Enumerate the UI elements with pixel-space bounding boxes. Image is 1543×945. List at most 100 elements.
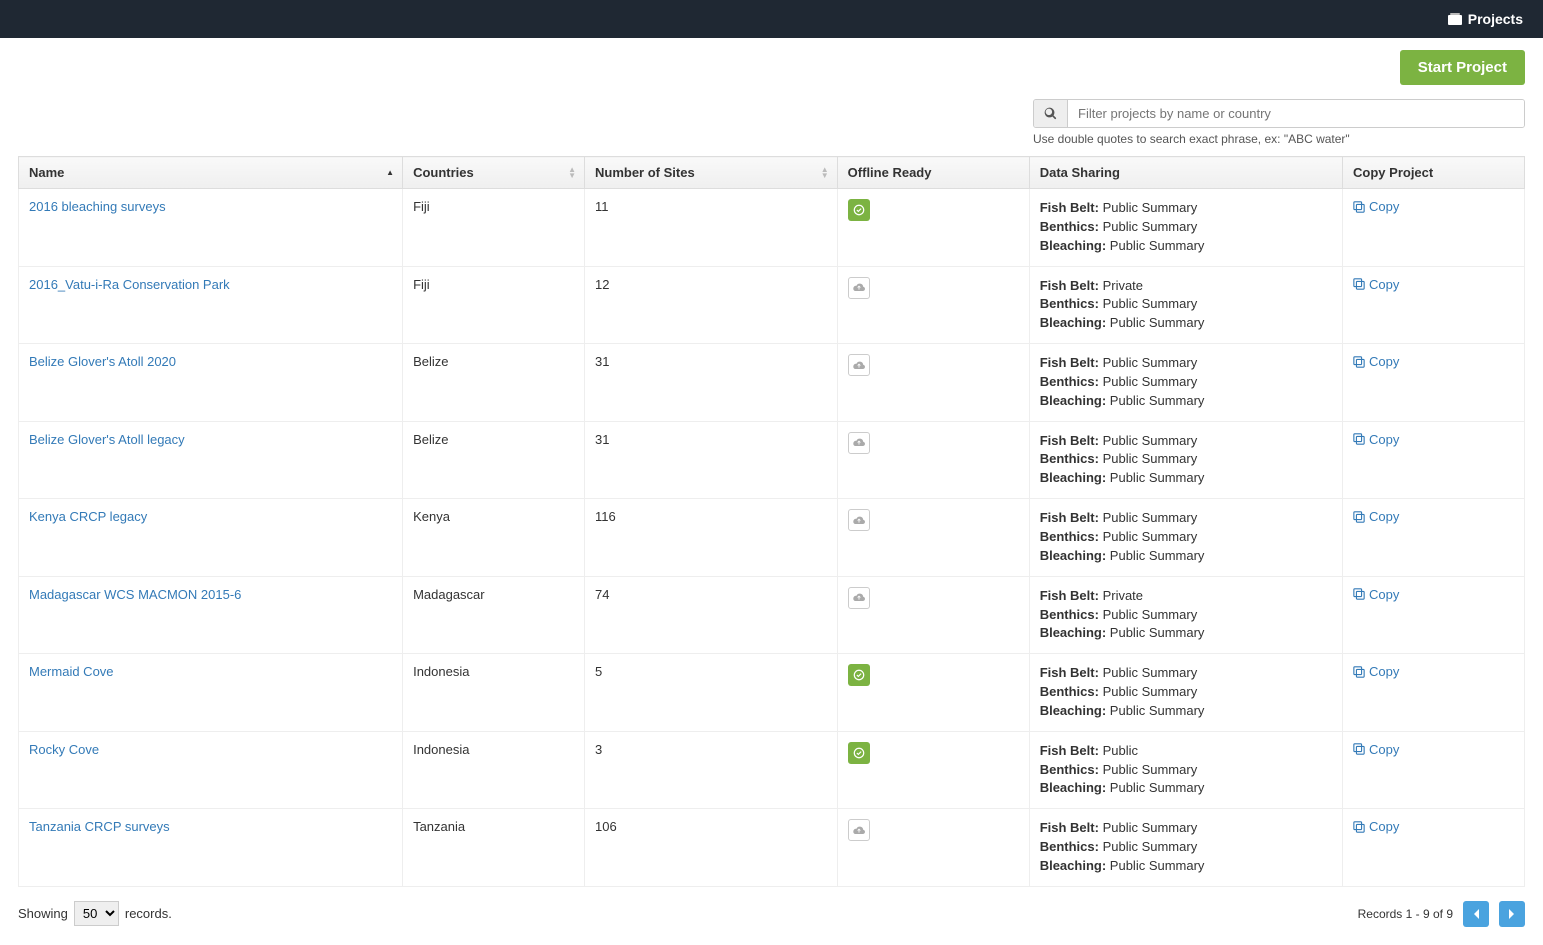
offline-ready-off-badge[interactable] xyxy=(848,819,870,841)
bleaching-value: Public Summary xyxy=(1110,858,1205,873)
col-header-name[interactable]: Name ▲ xyxy=(19,157,403,189)
cell-countries: Belize xyxy=(403,421,585,499)
nav-projects[interactable]: Projects xyxy=(1448,11,1523,27)
offline-ready-off-badge[interactable] xyxy=(848,432,870,454)
benthics-label: Benthics: xyxy=(1040,296,1099,311)
project-link[interactable]: Mermaid Cove xyxy=(29,664,114,679)
cell-data-sharing: Fish Belt: PublicBenthics: Public Summar… xyxy=(1029,731,1342,809)
table-row: Madagascar WCS MACMON 2015-6Madagascar74… xyxy=(19,576,1525,654)
offline-ready-off-badge[interactable] xyxy=(848,354,870,376)
cell-data-sharing: Fish Belt: Public SummaryBenthics: Publi… xyxy=(1029,189,1342,267)
cell-data-sharing: Fish Belt: Public SummaryBenthics: Publi… xyxy=(1029,499,1342,577)
project-link[interactable]: Madagascar WCS MACMON 2015-6 xyxy=(29,587,241,602)
col-header-sharing[interactable]: Data Sharing xyxy=(1029,157,1342,189)
offline-ready-off-badge[interactable] xyxy=(848,509,870,531)
offline-ready-on-badge[interactable] xyxy=(848,664,870,686)
top-nav: Projects xyxy=(0,0,1543,38)
col-header-sites[interactable]: Number of Sites ▲▼ xyxy=(585,157,838,189)
copy-label: Copy xyxy=(1369,509,1399,524)
bleaching-value: Public Summary xyxy=(1110,703,1205,718)
benthics-value: Public Summary xyxy=(1103,762,1198,777)
project-link[interactable]: Tanzania CRCP surveys xyxy=(29,819,170,834)
benthics-label: Benthics: xyxy=(1040,762,1099,777)
project-link[interactable]: 2016_Vatu-i-Ra Conservation Park xyxy=(29,277,230,292)
benthics-label: Benthics: xyxy=(1040,607,1099,622)
project-link[interactable]: Rocky Cove xyxy=(29,742,99,757)
offline-ready-on-badge[interactable] xyxy=(848,199,870,221)
fish-belt-value: Public Summary xyxy=(1103,433,1198,448)
benthics-label: Benthics: xyxy=(1040,684,1099,699)
offline-ready-off-badge[interactable] xyxy=(848,277,870,299)
copy-project-link[interactable]: Copy xyxy=(1353,199,1399,214)
table-header-row: Name ▲ Countries ▲▼ Number of Sites ▲▼ O… xyxy=(19,157,1525,189)
bleaching-label: Bleaching: xyxy=(1040,238,1106,253)
copy-icon xyxy=(1353,356,1365,368)
fish-belt-label: Fish Belt: xyxy=(1040,588,1099,603)
copy-label: Copy xyxy=(1369,354,1399,369)
prev-page-button[interactable] xyxy=(1463,901,1489,927)
fish-belt-label: Fish Belt: xyxy=(1040,355,1099,370)
offline-ready-on-badge[interactable] xyxy=(848,742,870,764)
col-header-offline[interactable]: Offline Ready xyxy=(837,157,1029,189)
copy-project-link[interactable]: Copy xyxy=(1353,432,1399,447)
col-header-countries[interactable]: Countries ▲▼ xyxy=(403,157,585,189)
cloud-download-icon xyxy=(852,360,866,371)
fish-belt-label: Fish Belt: xyxy=(1040,278,1099,293)
copy-project-link[interactable]: Copy xyxy=(1353,664,1399,679)
pagination: Records 1 - 9 of 9 xyxy=(1358,901,1525,927)
copy-label: Copy xyxy=(1369,664,1399,679)
copy-label: Copy xyxy=(1369,432,1399,447)
benthics-label: Benthics: xyxy=(1040,839,1099,854)
bleaching-label: Bleaching: xyxy=(1040,780,1106,795)
bleaching-value: Public Summary xyxy=(1110,470,1205,485)
fish-belt-label: Fish Belt: xyxy=(1040,510,1099,525)
actions-row: Start Project xyxy=(18,50,1525,85)
cell-countries: Belize xyxy=(403,344,585,422)
cell-countries: Indonesia xyxy=(403,654,585,732)
sort-icon: ▲▼ xyxy=(821,167,829,179)
copy-project-link[interactable]: Copy xyxy=(1353,587,1399,602)
copy-project-link[interactable]: Copy xyxy=(1353,742,1399,757)
benthics-label: Benthics: xyxy=(1040,374,1099,389)
fish-belt-value: Public Summary xyxy=(1103,200,1198,215)
table-row: Kenya CRCP legacyKenya116Fish Belt: Publ… xyxy=(19,499,1525,577)
cloud-download-icon xyxy=(852,825,866,836)
table-row: Belize Glover's Atoll legacyBelize31Fish… xyxy=(19,421,1525,499)
project-link[interactable]: Belize Glover's Atoll 2020 xyxy=(29,354,176,369)
fish-belt-label: Fish Belt: xyxy=(1040,743,1099,758)
search-input[interactable] xyxy=(1068,100,1524,127)
table-row: Mermaid CoveIndonesia5Fish Belt: Public … xyxy=(19,654,1525,732)
copy-icon xyxy=(1353,511,1365,523)
copy-project-link[interactable]: Copy xyxy=(1353,277,1399,292)
bleaching-label: Bleaching: xyxy=(1040,315,1106,330)
cell-sites: 3 xyxy=(585,731,838,809)
cards-icon xyxy=(1448,13,1462,25)
cell-sites: 12 xyxy=(585,266,838,344)
copy-icon xyxy=(1353,278,1365,290)
cell-countries: Fiji xyxy=(403,189,585,267)
table-row: 2016_Vatu-i-Ra Conservation ParkFiji12Fi… xyxy=(19,266,1525,344)
bleaching-value: Public Summary xyxy=(1110,238,1205,253)
project-link[interactable]: Belize Glover's Atoll legacy xyxy=(29,432,185,447)
fish-belt-value: Private xyxy=(1103,588,1143,603)
offline-ready-off-badge[interactable] xyxy=(848,587,870,609)
nav-projects-label: Projects xyxy=(1468,11,1523,27)
copy-project-link[interactable]: Copy xyxy=(1353,509,1399,524)
page-size-control: Showing 50 records. xyxy=(18,901,172,926)
cell-sites: 74 xyxy=(585,576,838,654)
copy-icon xyxy=(1353,588,1365,600)
page-size-select[interactable]: 50 xyxy=(74,901,119,926)
start-project-button[interactable]: Start Project xyxy=(1400,50,1525,85)
table-footer: Showing 50 records. Records 1 - 9 of 9 xyxy=(18,901,1525,927)
next-page-button[interactable] xyxy=(1499,901,1525,927)
copy-label: Copy xyxy=(1369,742,1399,757)
copy-project-link[interactable]: Copy xyxy=(1353,354,1399,369)
benthics-label: Benthics: xyxy=(1040,219,1099,234)
table-row: 2016 bleaching surveysFiji11Fish Belt: P… xyxy=(19,189,1525,267)
check-circle-icon xyxy=(853,669,865,681)
cell-sites: 5 xyxy=(585,654,838,732)
copy-project-link[interactable]: Copy xyxy=(1353,819,1399,834)
col-header-copy[interactable]: Copy Project xyxy=(1343,157,1525,189)
project-link[interactable]: 2016 bleaching surveys xyxy=(29,199,166,214)
project-link[interactable]: Kenya CRCP legacy xyxy=(29,509,147,524)
